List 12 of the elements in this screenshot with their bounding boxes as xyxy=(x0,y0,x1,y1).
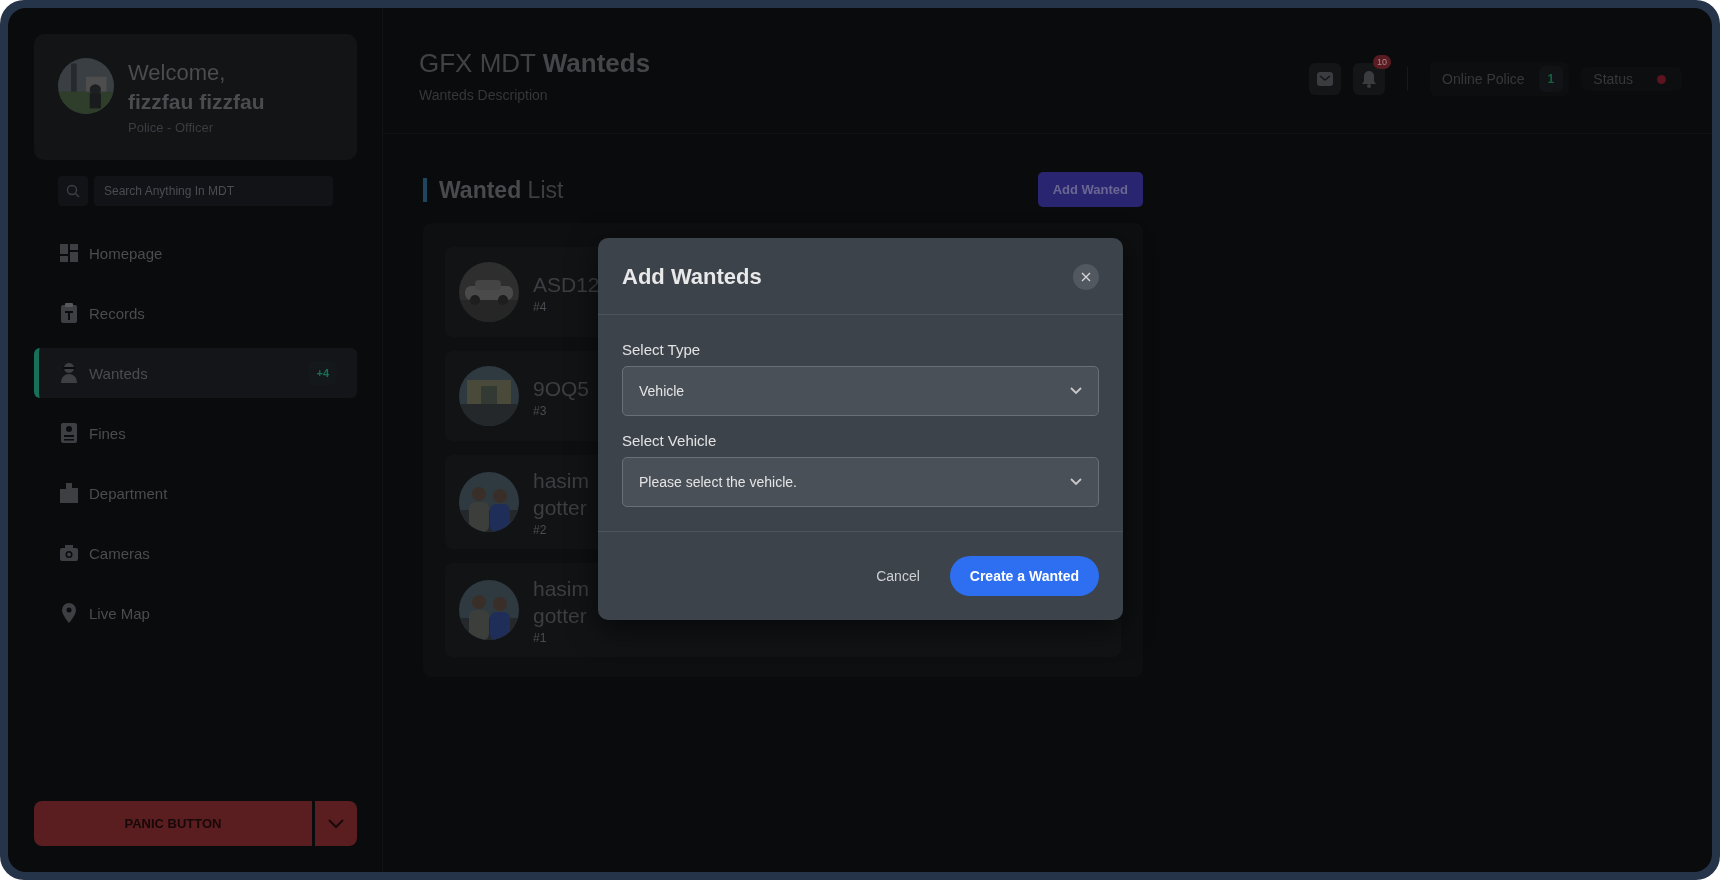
page-title: GFX MDT Wanteds xyxy=(419,48,651,79)
notification-badge: 10 xyxy=(1373,55,1392,69)
user-name: fizzfau fizzfau xyxy=(128,90,265,114)
dialog-title: Add Wanteds xyxy=(622,264,762,290)
field-label: Select Vehicle xyxy=(622,432,718,449)
wanted-number: #1 xyxy=(533,631,548,645)
wanted-number: #3 xyxy=(533,403,548,418)
wanted-number: #2 xyxy=(533,523,548,537)
wanted-number: #4 xyxy=(533,299,548,314)
field-label: Select Type xyxy=(622,341,702,358)
online-count: 1 xyxy=(1538,66,1564,92)
welcome-text: Welcome, xyxy=(128,60,227,86)
